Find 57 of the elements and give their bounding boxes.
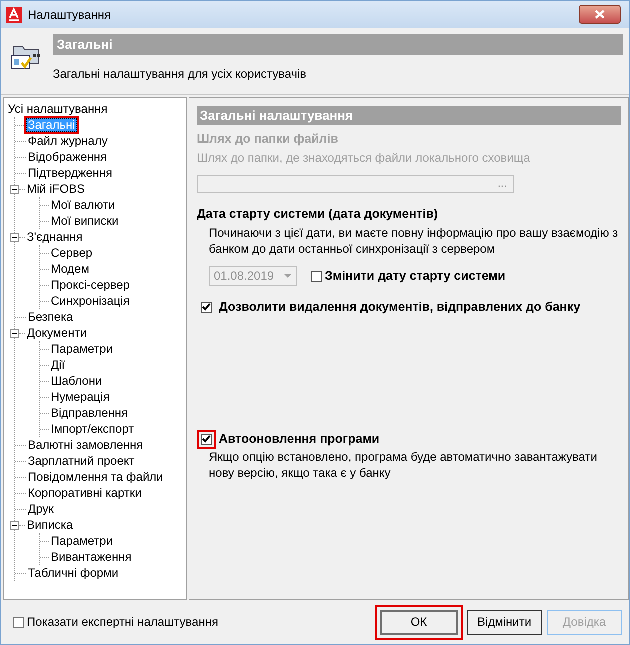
tree-item[interactable]: Проксі-сервер [49, 278, 132, 292]
close-icon [595, 10, 605, 19]
tree-item[interactable]: Табличні форми [26, 566, 121, 580]
dropdown-arrow-icon [284, 274, 292, 278]
page-title: Загальні [53, 34, 623, 55]
tree-item[interactable]: Вивантаження [49, 550, 134, 564]
option-checkbox[interactable] [201, 302, 212, 312]
start-date-label: Дата старту системи (дата документів) [197, 207, 440, 221]
section-title: Загальні налаштування [197, 106, 621, 125]
tree-item[interactable]: Дії [49, 358, 68, 372]
tree-item[interactable]: Безпека [26, 310, 76, 324]
page-description: Загальні налаштування для усіх користувачів [53, 67, 308, 81]
dialog-button[interactable]: Відмінити [467, 610, 542, 634]
tree-item[interactable]: Мої виписки [49, 214, 121, 228]
option-label: Автооновлення програми [219, 432, 380, 446]
tree-item[interactable]: Документи [25, 326, 89, 340]
option-description: Якщо опцію встановлено, програма буде автоматично завантажувати нову версію, якщо така є у банку [209, 449, 598, 481]
tree-item[interactable]: Відправлення [49, 406, 130, 420]
window-title: Налаштування [28, 8, 112, 22]
tree-item[interactable]: Файл журналу [26, 134, 110, 148]
tree-item[interactable]: Корпоративні картки [26, 486, 144, 500]
tree-item[interactable]: З'єднання [25, 230, 85, 244]
collapse-icon[interactable] [10, 184, 19, 194]
tree-item[interactable]: Повідомлення та файли [26, 470, 166, 484]
option-label: Дозволити видалення документів, відправлених до банку [219, 300, 581, 314]
expert-label: Показати експертні налаштування [27, 615, 218, 629]
option-checkbox[interactable] [201, 434, 212, 444]
path-hint: Шлях до папки, де знаходяться файли локального сховища [197, 150, 532, 166]
tree-item[interactable]: Друк [26, 502, 56, 516]
close-button[interactable] [579, 5, 621, 24]
tree-item[interactable]: Шаблони [49, 374, 104, 388]
change-date-label: Змінити дату старту системи [325, 269, 506, 283]
tree-item[interactable]: Мої валюти [49, 198, 118, 212]
tree-item[interactable]: Імпорт/експорт [49, 422, 136, 436]
tree-item[interactable]: Усі налаштування [6, 102, 110, 116]
tree-item[interactable]: Модем [49, 262, 92, 276]
check-icon [202, 435, 211, 443]
tree-item[interactable]: Нумерація [49, 390, 112, 404]
start-date-description: Починаючи з цієї дати, ви маєте повну інформацію про вашу взаємодію з банком до дати останньої синхронізації з сервером [209, 225, 620, 257]
path-label: Шлях до папки файлів [197, 132, 340, 146]
tree-item[interactable]: Синхронізація [49, 294, 132, 308]
tree-item[interactable]: Параметри [49, 534, 116, 548]
check-icon [202, 303, 211, 311]
logo-icon [6, 6, 22, 22]
tree-item[interactable]: Сервер [49, 246, 95, 260]
tree-item[interactable]: Зарплатний проект [26, 454, 137, 468]
tree-item[interactable]: Параметри [49, 342, 116, 356]
change-date-checkbox[interactable] [311, 270, 322, 282]
tree-item[interactable]: Відображення [26, 150, 110, 164]
tree-item[interactable]: Валютні замовлення [26, 438, 146, 452]
collapse-icon[interactable] [10, 232, 19, 242]
tree-item[interactable]: Виписка [25, 518, 76, 532]
expert-checkbox[interactable] [13, 616, 24, 628]
tree-item[interactable]: Підтвердження [26, 166, 115, 180]
collapse-icon[interactable] [10, 520, 19, 530]
collapse-icon[interactable] [10, 328, 19, 338]
tree-item[interactable]: Мій iFOBS [25, 182, 88, 196]
